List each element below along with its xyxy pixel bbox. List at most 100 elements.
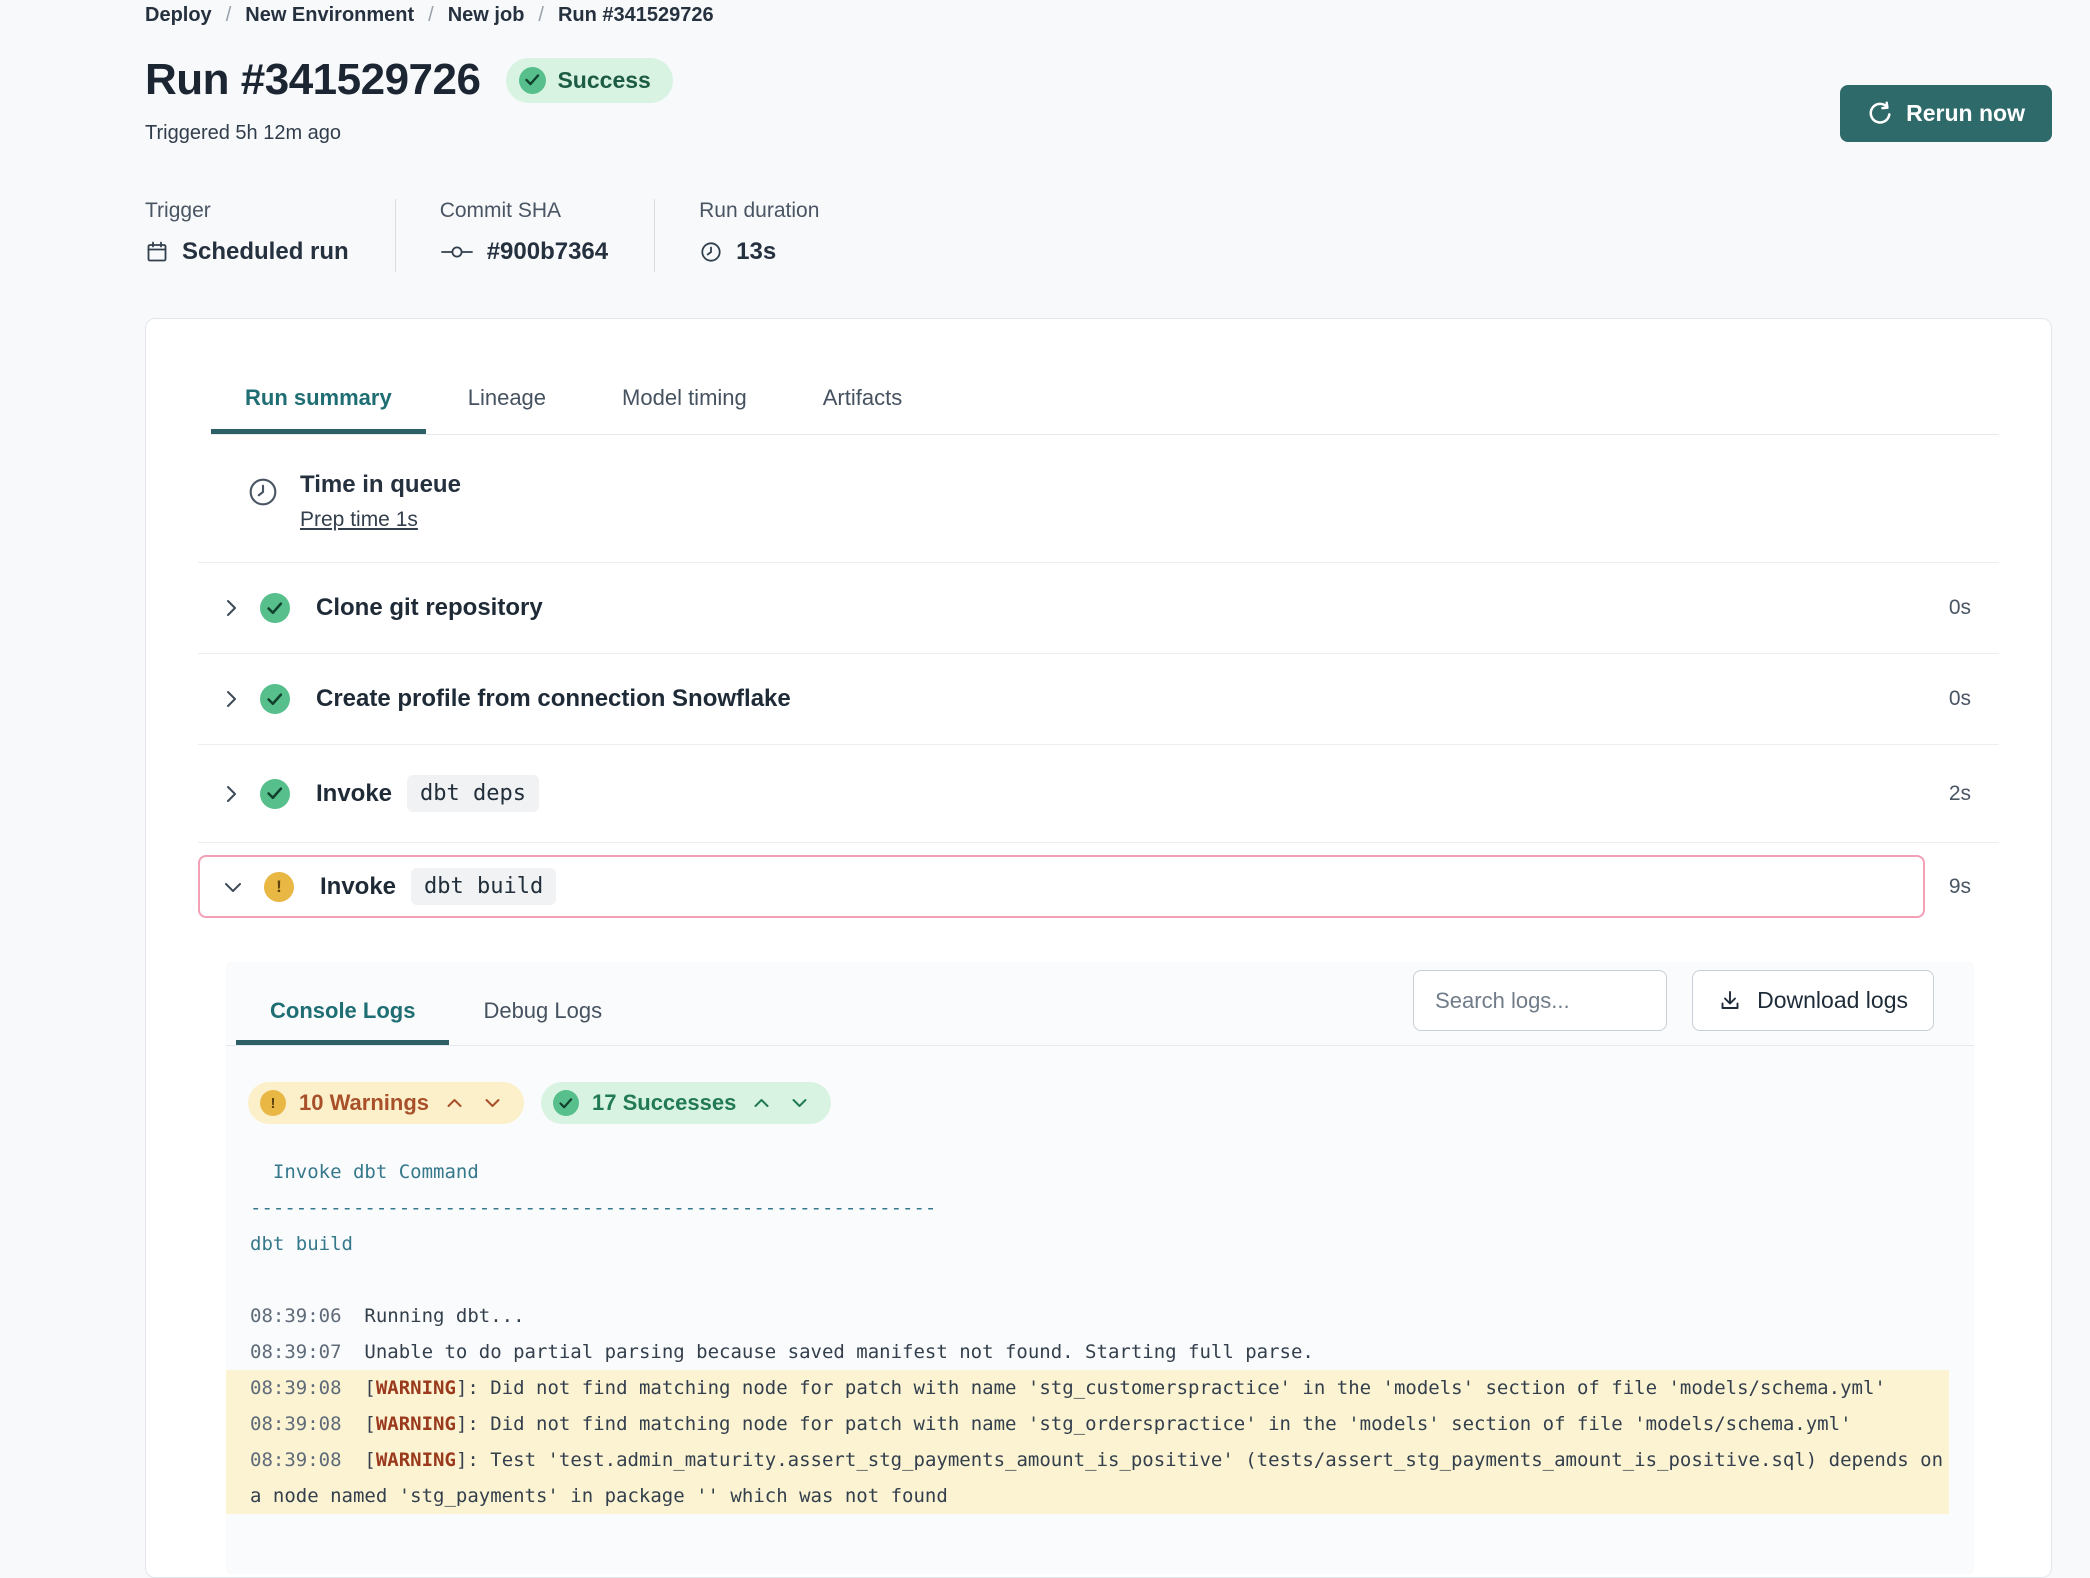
step-command-chip: dbt build — [411, 868, 556, 905]
step-create-profile-snowflake[interactable]: Create profile from connection Snowflake… — [198, 654, 1999, 745]
successes-badge-label: 17 Successes — [592, 1090, 736, 1116]
step-clone-git-repository[interactable]: Clone git repository 0s — [198, 563, 1999, 654]
success-check-icon — [260, 684, 290, 714]
rerun-icon — [1867, 101, 1893, 127]
search-logs-input[interactable] — [1413, 970, 1667, 1031]
success-check-icon — [519, 67, 546, 94]
tab-model-timing[interactable]: Model timing — [588, 377, 781, 434]
success-check-icon — [260, 779, 290, 809]
step-duration: 9s — [1949, 875, 1999, 899]
step-label: Create profile from connection Snowflake — [316, 685, 791, 713]
breadcrumb-separator: / — [226, 4, 232, 27]
breadcrumb-deploy[interactable]: Deploy — [145, 4, 212, 27]
successes-badge[interactable]: 17 Successes — [541, 1082, 831, 1124]
page-title: Run #341529726 — [145, 55, 480, 105]
breadcrumb-separator: / — [538, 4, 544, 27]
logs-panel: Console Logs Debug Logs Download logs ! — [226, 962, 1974, 1574]
success-check-icon — [553, 1090, 579, 1116]
warning-icon: ! — [264, 872, 294, 902]
meta-duration: Run duration 13s — [699, 199, 865, 272]
meta-trigger: Trigger Scheduled run — [145, 199, 396, 272]
log-line: Invoke dbt Command — [226, 1154, 1949, 1190]
breadcrumb: Deploy / New Environment / New job / Run… — [145, 0, 2052, 27]
step-label: Clone git repository — [316, 594, 543, 622]
warnings-badge[interactable]: ! 10 Warnings — [248, 1082, 524, 1124]
run-duration-label: Run duration — [699, 199, 819, 223]
log-tabs: Console Logs Debug Logs — [236, 988, 636, 1045]
download-icon — [1718, 989, 1742, 1013]
warnings-next-chevron-down-icon[interactable] — [480, 1095, 505, 1111]
step-invoke-dbt-deps[interactable]: Invoke dbt deps 2s — [198, 745, 1999, 843]
commit-sha-label: Commit SHA — [440, 199, 608, 223]
warning-icon: ! — [260, 1090, 286, 1116]
log-timestamp: 08:39:08 — [250, 1449, 342, 1471]
chevron-right-icon[interactable] — [223, 689, 239, 709]
tab-debug-logs[interactable]: Debug Logs — [449, 988, 636, 1045]
breadcrumb-new-job[interactable]: New job — [448, 4, 525, 27]
commit-sha-value: #900b7364 — [487, 238, 608, 266]
log-warning-tag: WARNING — [376, 1377, 456, 1399]
log-timestamp: 08:39:07 — [250, 1341, 342, 1363]
log-filter-badges: ! 10 Warnings 17 Successes — [226, 1046, 1974, 1124]
run-tabs: Run summary Lineage Model timing Artifac… — [211, 377, 1999, 435]
meta-commit: Commit SHA #900b7364 — [440, 199, 655, 272]
queue-clock-icon — [246, 475, 280, 532]
rerun-now-button[interactable]: Rerun now — [1840, 85, 2052, 142]
success-check-icon — [260, 593, 290, 623]
time-in-queue-section: Time in queue Prep time 1s — [198, 435, 1999, 563]
run-duration-value: 13s — [736, 238, 776, 266]
step-command-chip: dbt deps — [407, 775, 539, 812]
chevron-down-icon[interactable] — [223, 879, 243, 895]
trigger-label: Trigger — [145, 199, 349, 223]
tab-lineage[interactable]: Lineage — [434, 377, 580, 434]
tab-artifacts[interactable]: Artifacts — [789, 377, 936, 434]
clock-icon — [699, 240, 723, 264]
log-line: 08:39:07 Unable to do partial parsing be… — [226, 1334, 1949, 1370]
tab-console-logs[interactable]: Console Logs — [236, 988, 449, 1045]
breadcrumb-current-run: Run #341529726 — [558, 4, 714, 27]
breadcrumb-new-environment[interactable]: New Environment — [245, 4, 414, 27]
warnings-prev-chevron-up-icon[interactable] — [442, 1095, 467, 1111]
calendar-icon — [145, 240, 169, 264]
log-line: 08:39:08 [WARNING]: Did not find matchin… — [226, 1370, 1949, 1406]
step-duration: 0s — [1949, 687, 1999, 711]
log-line — [226, 1262, 1949, 1298]
logs-toolbar: Console Logs Debug Logs Download logs — [226, 962, 1974, 1046]
prep-time-link[interactable]: Prep time 1s — [300, 508, 418, 532]
step-duration: 0s — [1949, 596, 1999, 620]
log-timestamp: 08:39:08 — [250, 1413, 342, 1435]
log-timestamp: 08:39:06 — [250, 1305, 342, 1327]
log-line: 08:39:06 Running dbt... — [226, 1298, 1949, 1334]
chevron-right-icon[interactable] — [223, 784, 239, 804]
log-line: 08:39:08 [WARNING]: Test 'test.admin_mat… — [226, 1442, 1949, 1514]
step-label: Invoke — [320, 873, 396, 901]
run-meta: Trigger Scheduled run Commit SHA #900b73… — [145, 199, 2052, 272]
time-in-queue-title: Time in queue — [300, 471, 461, 499]
log-warning-tag: WARNING — [376, 1449, 456, 1471]
log-line: ----------------------------------------… — [226, 1190, 1949, 1226]
triggered-ago-text: Triggered 5h 12m ago — [145, 122, 673, 145]
download-logs-button[interactable]: Download logs — [1692, 970, 1934, 1031]
trigger-value: Scheduled run — [182, 238, 349, 266]
status-badge: Success — [506, 58, 672, 103]
successes-prev-chevron-up-icon[interactable] — [749, 1095, 774, 1111]
git-commit-icon — [440, 242, 474, 262]
log-warning-tag: WARNING — [376, 1413, 456, 1435]
run-header: Run #341529726 Success Triggered 5h 12m … — [145, 55, 2052, 145]
step-invoke-dbt-build[interactable]: ! Invoke dbt build — [198, 855, 1925, 918]
successes-next-chevron-down-icon[interactable] — [787, 1095, 812, 1111]
log-line: 08:39:08 [WARNING]: Did not find matchin… — [226, 1406, 1949, 1442]
step-duration: 2s — [1949, 782, 1999, 806]
step-label: Invoke — [316, 780, 392, 808]
status-badge-label: Success — [557, 67, 650, 94]
rerun-now-label: Rerun now — [1906, 100, 2025, 127]
log-timestamp: 08:39:08 — [250, 1377, 342, 1399]
run-summary-card: Run summary Lineage Model timing Artifac… — [145, 318, 2052, 1578]
log-content: Invoke dbt Command----------------------… — [226, 1154, 1949, 1514]
chevron-right-icon[interactable] — [223, 598, 239, 618]
log-line: dbt build — [226, 1226, 1949, 1262]
breadcrumb-separator: / — [428, 4, 434, 27]
tab-run-summary[interactable]: Run summary — [211, 377, 426, 434]
download-logs-label: Download logs — [1757, 987, 1908, 1014]
step-invoke-dbt-build-row: ! Invoke dbt build 9s — [198, 855, 1999, 918]
